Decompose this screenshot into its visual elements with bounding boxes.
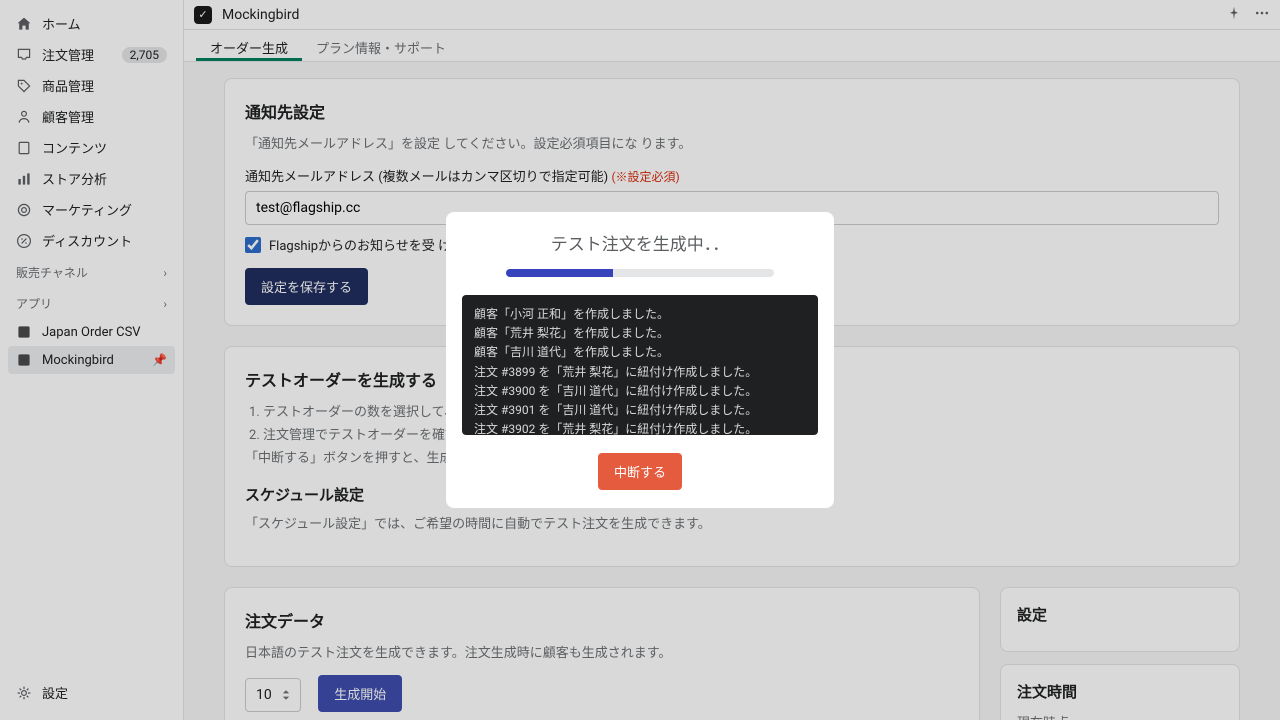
modal-title: テスト注文を生成中．．	[551, 230, 730, 255]
modal-overlay: テスト注文を生成中．． 顧客「小河 正和」を作成しました。顧客「荒井 梨花」を作…	[0, 0, 1280, 720]
log-output: 顧客「小河 正和」を作成しました。顧客「荒井 梨花」を作成しました。顧客「吉川 …	[462, 295, 818, 435]
generating-modal: テスト注文を生成中．． 顧客「小河 正和」を作成しました。顧客「荒井 梨花」を作…	[446, 212, 834, 508]
progress-fill	[506, 269, 613, 277]
cancel-button[interactable]: 中断する	[598, 453, 682, 490]
progress-bar	[506, 269, 774, 277]
